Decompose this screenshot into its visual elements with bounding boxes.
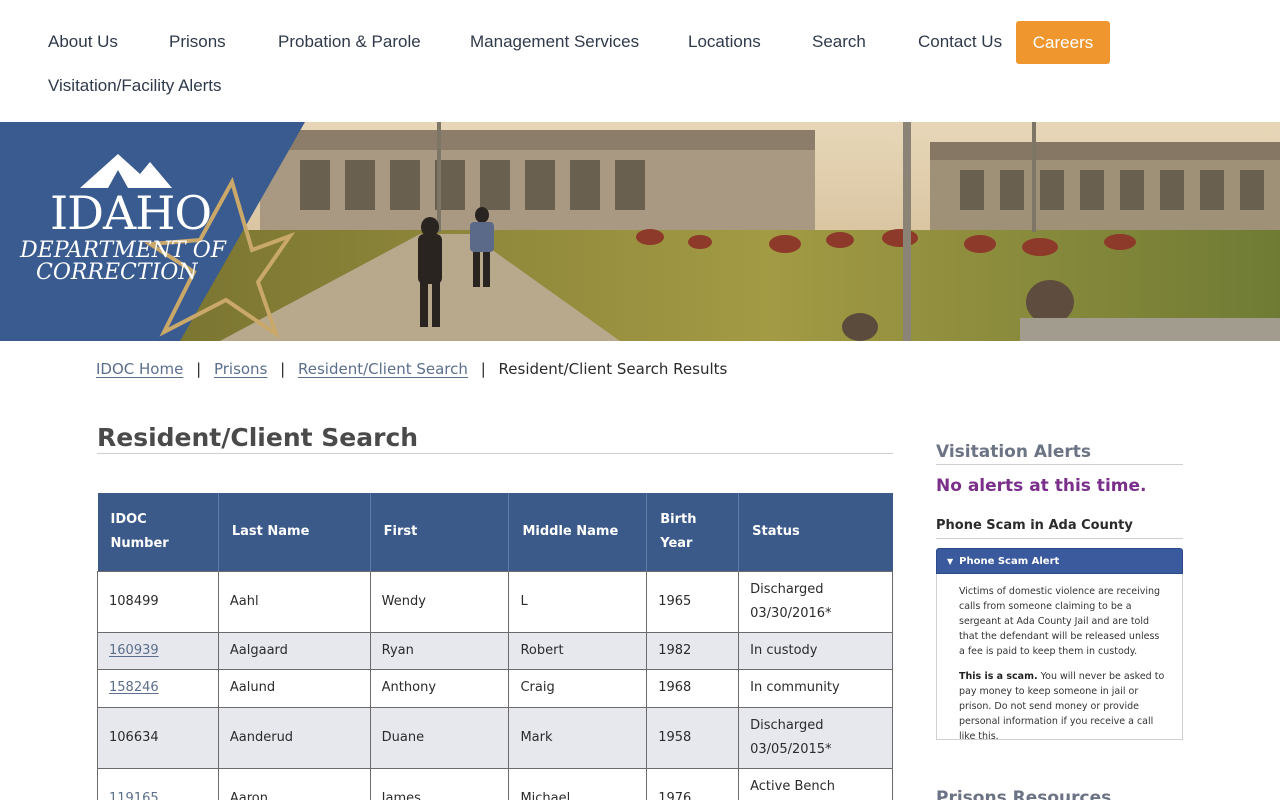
breadcrumb-separator: | bbox=[280, 360, 286, 378]
header-idoc-number[interactable]: IDOC Number bbox=[97, 493, 219, 571]
page-title: Resident/Client Search bbox=[97, 423, 419, 452]
prisons-resources-heading: Prisons Resources bbox=[936, 788, 1112, 800]
no-alerts-message: No alerts at this time. bbox=[936, 476, 1147, 496]
header-status[interactable]: Status bbox=[738, 493, 893, 571]
cell-status: Discharged 03/05/2015* bbox=[738, 706, 893, 769]
accordion-title: Phone Scam Alert bbox=[959, 555, 1060, 567]
phone-scam-accordion-body: Victims of domestic violence are receivi… bbox=[936, 574, 1183, 742]
cell-birth-year: 1982 bbox=[646, 631, 740, 670]
cell-first-name: Duane bbox=[369, 706, 510, 769]
cell-first-name: Anthony bbox=[369, 668, 510, 708]
table-row: 158246 Aalund Anthony Craig 1968 In comm… bbox=[97, 668, 893, 708]
cell-idoc-number: 119165 bbox=[97, 767, 219, 800]
nav-prisons[interactable]: Prisons bbox=[169, 32, 226, 52]
cell-status: Discharged 03/30/2016* bbox=[738, 570, 893, 633]
table-header-row: IDOC Number Last Name First Middle Name B… bbox=[97, 493, 893, 571]
cell-birth-year: 1965 bbox=[646, 570, 740, 633]
breadcrumb-home-link[interactable]: IDOC Home bbox=[96, 360, 183, 378]
cell-last-name: Aalund bbox=[217, 668, 371, 708]
table-row: 106634 Aanderud Duane Mark 1958 Discharg… bbox=[97, 706, 893, 769]
cell-idoc-number: 160939 bbox=[97, 631, 219, 670]
cell-last-name: Aahl bbox=[217, 570, 371, 633]
careers-button[interactable]: Careers bbox=[1016, 21, 1110, 64]
idoc-number-link[interactable]: 158246 bbox=[109, 680, 159, 695]
cell-middle-name: Robert bbox=[508, 631, 648, 670]
cell-birth-year: 1968 bbox=[646, 668, 740, 708]
results-table: IDOC Number Last Name First Middle Name B… bbox=[97, 493, 893, 800]
cell-first-name: James bbox=[369, 767, 510, 800]
idoc-number-link[interactable]: 160939 bbox=[109, 643, 159, 658]
cell-birth-year: 1976 bbox=[646, 767, 740, 800]
title-divider bbox=[97, 453, 893, 454]
nav-probation-parole[interactable]: Probation & Parole bbox=[278, 32, 421, 52]
nav-management-services[interactable]: Management Services bbox=[470, 32, 639, 52]
cell-middle-name: Mark bbox=[508, 706, 648, 769]
cell-status: In community bbox=[738, 668, 893, 708]
nav-about-us[interactable]: About Us bbox=[48, 32, 118, 52]
cell-idoc-number: 108499 bbox=[97, 570, 219, 633]
cell-last-name: Aalgaard bbox=[217, 631, 371, 670]
logo-idaho: IDAHO bbox=[50, 186, 212, 240]
table-row: 108499 Aahl Wendy L 1965 Discharged 03/30… bbox=[97, 570, 893, 633]
top-navigation: About Us Prisons Probation & Parole Mana… bbox=[0, 0, 1280, 122]
nav-visitation-alerts[interactable]: Visitation/Facility Alerts bbox=[48, 76, 222, 96]
sidebar-divider bbox=[936, 538, 1183, 539]
cell-last-name: Aanderud bbox=[217, 706, 371, 769]
phone-scam-accordion-toggle[interactable]: ▼ Phone Scam Alert bbox=[936, 548, 1183, 574]
idoc-number-link[interactable]: 119165 bbox=[109, 791, 159, 800]
nav-contact-us[interactable]: Contact Us bbox=[918, 32, 1002, 52]
cell-first-name: Ryan bbox=[369, 631, 510, 670]
breadcrumb-search-link[interactable]: Resident/Client Search bbox=[298, 360, 468, 378]
cell-first-name: Wendy bbox=[369, 570, 510, 633]
scam-description: Victims of domestic violence are receivi… bbox=[959, 586, 1161, 657]
cell-middle-name: Craig bbox=[508, 668, 648, 708]
breadcrumb-prisons-link[interactable]: Prisons bbox=[214, 360, 267, 378]
table-row: 119165 Aaron James Michael 1976 Active B… bbox=[97, 767, 893, 800]
hero-banner: IDAHO DEPARTMENT OF CORRECTION bbox=[0, 122, 1280, 341]
header-last-name[interactable]: Last Name bbox=[218, 493, 371, 571]
caret-down-icon: ▼ bbox=[947, 556, 954, 566]
cell-status: Active Bench bbox=[738, 767, 893, 800]
breadcrumb: IDOC Home | Prisons | Resident/Client Se… bbox=[96, 360, 727, 378]
cell-middle-name: Michael bbox=[508, 767, 648, 800]
cell-last-name: Aaron bbox=[217, 767, 371, 800]
visitation-alerts-heading: Visitation Alerts bbox=[936, 442, 1092, 462]
nav-locations[interactable]: Locations bbox=[688, 32, 761, 52]
cell-birth-year: 1958 bbox=[646, 706, 740, 769]
header-middle-name[interactable]: Middle Name bbox=[508, 493, 648, 571]
cell-idoc-number: 158246 bbox=[97, 668, 219, 708]
logo-correction: CORRECTION bbox=[36, 260, 198, 285]
header-birth-year[interactable]: Birth Year bbox=[646, 493, 740, 571]
cell-middle-name: L bbox=[508, 570, 648, 633]
sidebar-divider bbox=[936, 464, 1183, 465]
header-first[interactable]: First bbox=[370, 493, 510, 571]
breadcrumb-separator: | bbox=[196, 360, 202, 378]
breadcrumb-separator: | bbox=[480, 360, 486, 378]
cell-status: In custody bbox=[738, 631, 893, 670]
phone-scam-heading: Phone Scam in Ada County bbox=[936, 518, 1133, 533]
cell-idoc-number: 106634 bbox=[97, 706, 219, 769]
scam-warning: This is a scam. You will never be asked … bbox=[959, 671, 1165, 742]
table-row: 160939 Aalgaard Ryan Robert 1982 In cust… bbox=[97, 631, 893, 670]
breadcrumb-current: Resident/Client Search Results bbox=[498, 360, 728, 378]
nav-search[interactable]: Search bbox=[812, 32, 866, 52]
